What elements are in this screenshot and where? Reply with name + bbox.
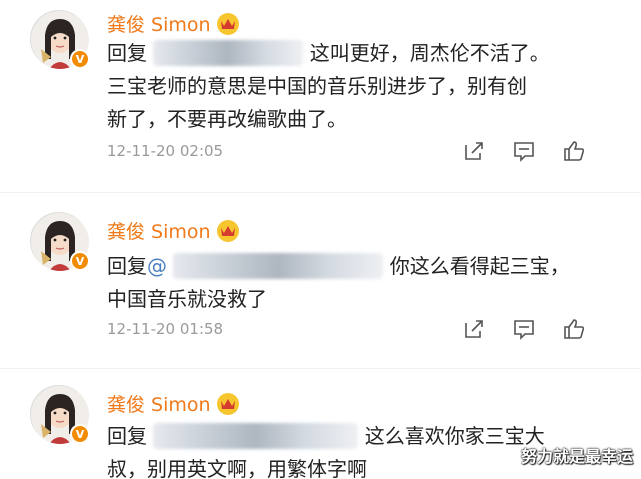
timestamp: 12-11-20 02:05: [107, 142, 224, 160]
verified-badge: V: [70, 251, 90, 271]
comment-line-1: 这么喜欢你家三宝大: [364, 424, 545, 448]
comment-item: V 龚俊 Simon 回复 这叫更好，周杰伦不活了。 三宝老师的意思是中国的音乐…: [0, 0, 641, 192]
crown-icon: [216, 12, 239, 35]
avatar[interactable]: V: [30, 212, 90, 271]
meta-row: 12-11-20 02:05: [107, 141, 587, 162]
mention-at[interactable]: @: [147, 254, 167, 278]
reply-prefix: 回复: [107, 41, 147, 65]
divider: [0, 192, 641, 193]
avatar[interactable]: V: [30, 10, 90, 69]
name-row: 龚俊 Simon: [107, 390, 239, 417]
reply-prefix: 回复: [107, 424, 147, 448]
comment-icon[interactable]: [511, 138, 537, 164]
timestamp: 12-11-20 01:58: [107, 320, 224, 338]
redacted-mention: [153, 423, 359, 449]
comment-text: 回复 这叫更好，周杰伦不活了。 三宝老师的意思是中国的音乐别进步了，别有创 新了…: [107, 37, 607, 136]
watermark: 努力就是最幸运: [520, 447, 633, 466]
crown-icon: [216, 392, 239, 415]
share-icon[interactable]: [461, 316, 487, 342]
username[interactable]: 龚俊 Simon: [107, 390, 211, 417]
comment-line-3: 新了，不要再改编歌曲了。: [107, 107, 347, 131]
name-row: 龚俊 Simon: [107, 217, 239, 244]
action-bar: [461, 316, 587, 342]
thumbs-up-icon[interactable]: [561, 316, 587, 342]
comment-text: 回复@ 你这么看得起三宝， 中国音乐就没救了: [107, 250, 607, 316]
reply-prefix: 回复: [107, 254, 147, 278]
divider: [0, 368, 641, 369]
avatar[interactable]: V: [30, 385, 90, 444]
verified-badge: V: [70, 424, 90, 444]
redacted-mention: [153, 40, 304, 66]
comment-icon[interactable]: [511, 316, 537, 342]
share-icon[interactable]: [461, 138, 487, 164]
comment-line-2: 中国音乐就没救了: [107, 287, 267, 311]
crown-icon: [216, 219, 239, 242]
comment-line-1: 这叫更好，周杰伦不活了。: [309, 41, 550, 65]
name-row: 龚俊 Simon: [107, 10, 239, 37]
username[interactable]: 龚俊 Simon: [107, 217, 211, 244]
meta-row: 12-11-20 01:58: [107, 319, 587, 340]
redacted-mention: [173, 253, 384, 279]
verified-badge: V: [70, 49, 90, 69]
username[interactable]: 龚俊 Simon: [107, 10, 211, 37]
comment-line-1: 你这么看得起三宝，: [389, 254, 570, 278]
comment-line-2: 叔，别用英文啊，用繁体字啊: [107, 457, 367, 479]
action-bar: [461, 138, 587, 164]
thumbs-up-icon[interactable]: [561, 138, 587, 164]
comment-line-2: 三宝老师的意思是中国的音乐别进步了，别有创: [107, 74, 527, 98]
